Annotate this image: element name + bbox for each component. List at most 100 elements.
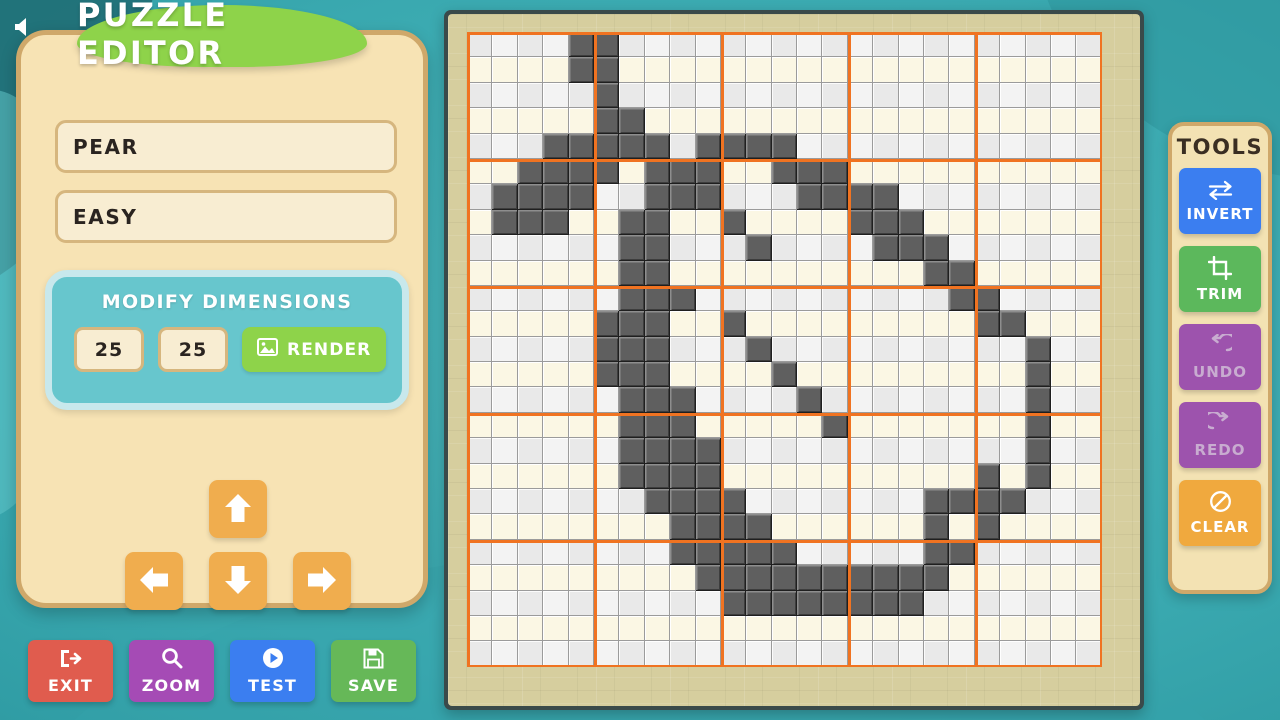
grid-cell[interactable] — [847, 387, 874, 413]
grid-cell[interactable] — [1025, 438, 1051, 464]
grid-cell[interactable] — [797, 336, 823, 363]
grid-cell[interactable] — [467, 184, 493, 210]
grid-cell[interactable] — [746, 133, 772, 159]
grid-cell[interactable] — [746, 57, 772, 83]
grid-cell[interactable] — [1000, 565, 1026, 591]
grid-cell[interactable] — [924, 438, 950, 464]
grid-cell[interactable] — [492, 285, 518, 312]
grid-cell[interactable] — [517, 438, 544, 464]
grid-cell[interactable] — [1000, 590, 1026, 616]
grid-cell[interactable] — [924, 209, 950, 236]
grid-cell[interactable] — [517, 82, 544, 109]
grid-cell[interactable] — [695, 57, 721, 83]
grid-cell[interactable] — [974, 133, 1001, 159]
grid-cell[interactable] — [949, 387, 975, 413]
grid-cell[interactable] — [492, 108, 518, 134]
grid-cell[interactable] — [670, 108, 696, 134]
grid-cell[interactable] — [974, 57, 1001, 83]
grid-cell[interactable] — [873, 82, 899, 109]
grid-cell[interactable] — [847, 285, 874, 312]
grid-cell[interactable] — [619, 311, 645, 337]
grid-cell[interactable] — [1050, 387, 1077, 413]
grid-cell[interactable] — [644, 641, 671, 667]
grid-cell[interactable] — [670, 32, 696, 58]
grid-cell[interactable] — [898, 387, 925, 413]
grid-cell[interactable] — [949, 82, 975, 109]
exit-button[interactable]: EXIT — [28, 640, 113, 702]
grid-cell[interactable] — [771, 412, 798, 439]
grid-cell[interactable] — [924, 565, 950, 591]
grid-cell[interactable] — [467, 235, 493, 261]
grid-cell[interactable] — [1076, 590, 1102, 616]
grid-cell[interactable] — [1076, 311, 1102, 337]
puzzle-name-input[interactable]: PEAR — [55, 120, 397, 173]
grid-cell[interactable] — [847, 82, 874, 109]
grid-cell[interactable] — [543, 565, 569, 591]
grid-cell[interactable] — [847, 235, 874, 261]
grid-cell[interactable] — [1050, 362, 1077, 388]
grid-cell[interactable] — [822, 108, 848, 134]
grid-cell[interactable] — [467, 362, 493, 388]
grid-cell[interactable] — [619, 463, 645, 490]
grid-cell[interactable] — [670, 463, 696, 490]
grid-cell[interactable] — [771, 184, 798, 210]
grid-cell[interactable] — [695, 590, 721, 616]
grid-cell[interactable] — [517, 108, 544, 134]
grid-cell[interactable] — [974, 387, 1001, 413]
grid-cell[interactable] — [797, 514, 823, 540]
grid-cell[interactable] — [1000, 235, 1026, 261]
grid-cell[interactable] — [949, 362, 975, 388]
grid-cell[interactable] — [720, 387, 747, 413]
grid-cell[interactable] — [873, 311, 899, 337]
grid-cell[interactable] — [898, 158, 925, 185]
grid-cell[interactable] — [695, 260, 721, 286]
grid-cell[interactable] — [644, 260, 671, 286]
grid-cell[interactable] — [974, 32, 1001, 58]
grid-cell[interactable] — [822, 260, 848, 286]
grid-cell[interactable] — [797, 615, 823, 642]
grid-cell[interactable] — [822, 565, 848, 591]
grid-cell[interactable] — [771, 615, 798, 642]
grid-cell[interactable] — [517, 565, 544, 591]
grid-cell[interactable] — [619, 514, 645, 540]
grid-cell[interactable] — [974, 489, 1001, 515]
grid-cell[interactable] — [746, 209, 772, 236]
grid-cell[interactable] — [720, 133, 747, 159]
grid-cell[interactable] — [695, 158, 721, 185]
grid-cell[interactable] — [644, 489, 671, 515]
grid-cell[interactable] — [746, 438, 772, 464]
grid-cell[interactable] — [771, 438, 798, 464]
grid-cell[interactable] — [720, 285, 747, 312]
grid-cell[interactable] — [771, 235, 798, 261]
grid-cell[interactable] — [898, 32, 925, 58]
grid-cell[interactable] — [568, 463, 594, 490]
grid-cell[interactable] — [847, 32, 874, 58]
grid-cell[interactable] — [1025, 260, 1051, 286]
grid-cell[interactable] — [1076, 438, 1102, 464]
grid-cell[interactable] — [924, 590, 950, 616]
grid-cell[interactable] — [822, 387, 848, 413]
grid-cell[interactable] — [467, 209, 493, 236]
grid-cell[interactable] — [974, 438, 1001, 464]
grid-cell[interactable] — [568, 108, 594, 134]
move-down-button[interactable] — [209, 552, 267, 610]
grid-cell[interactable] — [467, 489, 493, 515]
grid-cell[interactable] — [695, 184, 721, 210]
grid-cell[interactable] — [720, 235, 747, 261]
grid-cell[interactable] — [1050, 311, 1077, 337]
grid-cell[interactable] — [847, 57, 874, 83]
grid-cell[interactable] — [467, 32, 493, 58]
grid-cell[interactable] — [644, 615, 671, 642]
grid-cell[interactable] — [974, 565, 1001, 591]
grid-cell[interactable] — [517, 32, 544, 58]
grid-cell[interactable] — [949, 235, 975, 261]
grid-cell[interactable] — [949, 285, 975, 312]
grid-cell[interactable] — [974, 285, 1001, 312]
grid-cell[interactable] — [797, 539, 823, 566]
zoom-button[interactable]: ZOOM — [129, 640, 214, 702]
grid-cell[interactable] — [644, 387, 671, 413]
grid-cell[interactable] — [974, 260, 1001, 286]
grid-cell[interactable] — [1050, 514, 1077, 540]
grid-cell[interactable] — [822, 32, 848, 58]
grid-cell[interactable] — [1000, 412, 1026, 439]
